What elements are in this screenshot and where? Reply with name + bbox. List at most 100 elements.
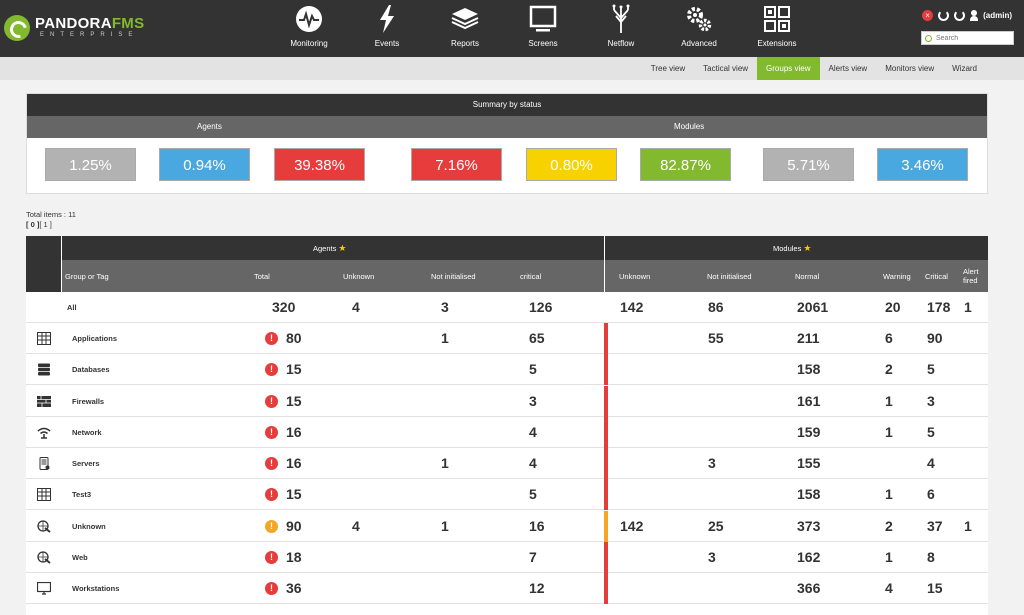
summary-percent-box: 82.87% — [640, 148, 731, 181]
table-row[interactable]: Test3! 15 5 158 1 6 — [26, 479, 988, 511]
close-session-icon[interactable]: × — [922, 9, 934, 21]
logo[interactable]: PANDORAFMS ENTERPRISE — [4, 12, 149, 46]
table-row[interactable]: Servers! 16 1 4 3 155 4 — [26, 448, 988, 479]
tab-groups-view[interactable]: Groups view — [757, 57, 820, 80]
table-row[interactable]: Applications! 80 1 65 55 211 6 90 — [26, 323, 988, 354]
search-input[interactable] — [936, 34, 1006, 42]
cell-m-warning: 1 — [885, 548, 893, 565]
network-icon — [37, 426, 51, 439]
monitoring-icon — [296, 6, 322, 32]
cell-total: 16 — [286, 423, 302, 440]
search-box[interactable] — [921, 31, 1014, 45]
tab-alerts-view[interactable]: Alerts view — [820, 57, 877, 80]
page-link[interactable]: [ 1 ] — [39, 220, 52, 229]
critical-status-icon: ! — [265, 394, 278, 408]
row-name[interactable]: Firewalls — [72, 386, 104, 417]
row-name[interactable]: Test3 — [72, 479, 91, 510]
cell-m-warning: 2 — [885, 361, 893, 378]
column-header[interactable]: Not initialised — [707, 272, 752, 281]
column-header[interactable]: Alert fired — [963, 267, 985, 285]
row-name[interactable]: All — [67, 292, 77, 323]
power-icon[interactable] — [938, 9, 950, 21]
table-row[interactable]: Unknown! 90 4 1 16 142 25 373 2 37 1 — [26, 510, 988, 542]
user-name[interactable]: (admin) — [983, 11, 1012, 20]
cell-m-warning: 6 — [885, 330, 893, 346]
cell-m-warning: 2 — [885, 517, 893, 534]
summary-percent-box: 7.16% — [411, 148, 502, 181]
cell-m-critical: 15 — [927, 580, 943, 596]
tab-tactical-view[interactable]: Tactical view — [694, 57, 757, 80]
column-header[interactable]: Warning — [883, 272, 911, 281]
table-row[interactable]: Firewalls! 15 3 161 1 3 — [26, 385, 988, 417]
databases-icon — [37, 363, 51, 376]
tab-wizard[interactable]: Wizard — [943, 57, 986, 80]
table-row[interactable]: Web! 18 7 3 162 1 8 — [26, 541, 988, 573]
agents-header: Agents ★ — [313, 243, 347, 253]
nav-advanced[interactable]: Advanced — [660, 0, 738, 57]
nav-extensions[interactable]: Extensions — [738, 0, 816, 57]
cell-m-critical: 4 — [927, 455, 935, 471]
cell-a-unknown: 4 — [352, 517, 360, 534]
nav-events[interactable]: Events — [348, 0, 426, 57]
cell-a-critical: 3 — [529, 392, 537, 409]
extensions-icon — [764, 6, 790, 32]
column-header[interactable]: Total — [254, 272, 270, 281]
tab-monitors-view[interactable]: Monitors view — [876, 57, 943, 80]
summary-percent-box: 0.80% — [526, 148, 617, 181]
cell-total: 320 — [272, 299, 296, 315]
table-row[interactable]: Databases! 15 5 158 2 5 — [26, 354, 988, 386]
cell-a-critical: 4 — [529, 423, 537, 440]
workstations-icon — [36, 581, 52, 595]
nav-netflow[interactable]: Netflow — [582, 0, 660, 57]
row-name[interactable]: Servers — [72, 448, 100, 479]
warning-status-icon: ! — [265, 519, 278, 533]
column-header[interactable]: Not initialised — [431, 272, 476, 281]
cell-m-critical: 5 — [927, 361, 935, 378]
nav-monitoring[interactable]: Monitoring — [270, 0, 348, 57]
status-bar — [604, 479, 608, 511]
status-bar — [604, 323, 608, 354]
cell-m-warning: 1 — [885, 486, 893, 503]
summary-subheader: Agents Modules — [27, 116, 987, 138]
cell-m-warning: 20 — [885, 299, 901, 315]
summary-percent-box: 1.25% — [45, 148, 136, 181]
column-header[interactable]: Critical — [925, 272, 948, 281]
table-row[interactable]: Network! 16 4 159 1 5 — [26, 416, 988, 448]
nav-reports[interactable]: Reports — [426, 0, 504, 57]
table-row[interactable]: Workstations! 36 12 366 4 15 — [26, 573, 988, 604]
column-header[interactable]: Group or Tag — [65, 272, 109, 281]
page-current[interactable]: [ 0 ] — [26, 220, 39, 229]
row-name[interactable]: Web — [72, 542, 88, 573]
star-icon: ★ — [338, 243, 347, 253]
column-header[interactable]: critical — [520, 272, 541, 281]
logout-icon[interactable] — [954, 9, 966, 21]
table-row-all[interactable]: All 320 4 3 126 142 86 2061 20 178 1 — [26, 292, 988, 323]
status-bar — [604, 541, 608, 573]
row-name[interactable]: Applications — [72, 323, 117, 354]
modules-header: Modules ★ — [773, 243, 812, 253]
cell-total: 15 — [286, 361, 302, 378]
column-header[interactable]: Unknown — [343, 272, 374, 281]
top-bar: PANDORAFMS ENTERPRISE Monitoring Events … — [0, 0, 1024, 57]
servers-icon — [37, 457, 51, 470]
web-icon — [37, 551, 51, 564]
row-name[interactable]: Workstations — [72, 573, 119, 604]
tab-tree-view[interactable]: Tree view — [642, 57, 694, 80]
applications-icon — [37, 332, 51, 345]
unknown-group-icon — [37, 519, 51, 533]
summary-percent-box: 0.94% — [159, 148, 250, 181]
cell-total: 90 — [286, 517, 302, 534]
cell-m-normal: 161 — [797, 392, 821, 409]
column-header[interactable]: Unknown — [619, 272, 650, 281]
row-name[interactable]: Unknown — [72, 511, 106, 542]
cell-total: 16 — [286, 455, 302, 471]
row-name[interactable]: Databases — [72, 354, 110, 385]
row-name[interactable]: Network — [72, 417, 102, 448]
user-icon[interactable] — [970, 9, 979, 21]
nav-screens[interactable]: Screens — [504, 0, 582, 57]
cell-a-unknown: 4 — [352, 299, 360, 315]
critical-status-icon: ! — [265, 550, 278, 564]
column-header[interactable]: Normal — [795, 272, 819, 281]
total-items-label: Total items : 11 — [26, 210, 76, 219]
summary-percent-box: 5.71% — [763, 148, 854, 181]
